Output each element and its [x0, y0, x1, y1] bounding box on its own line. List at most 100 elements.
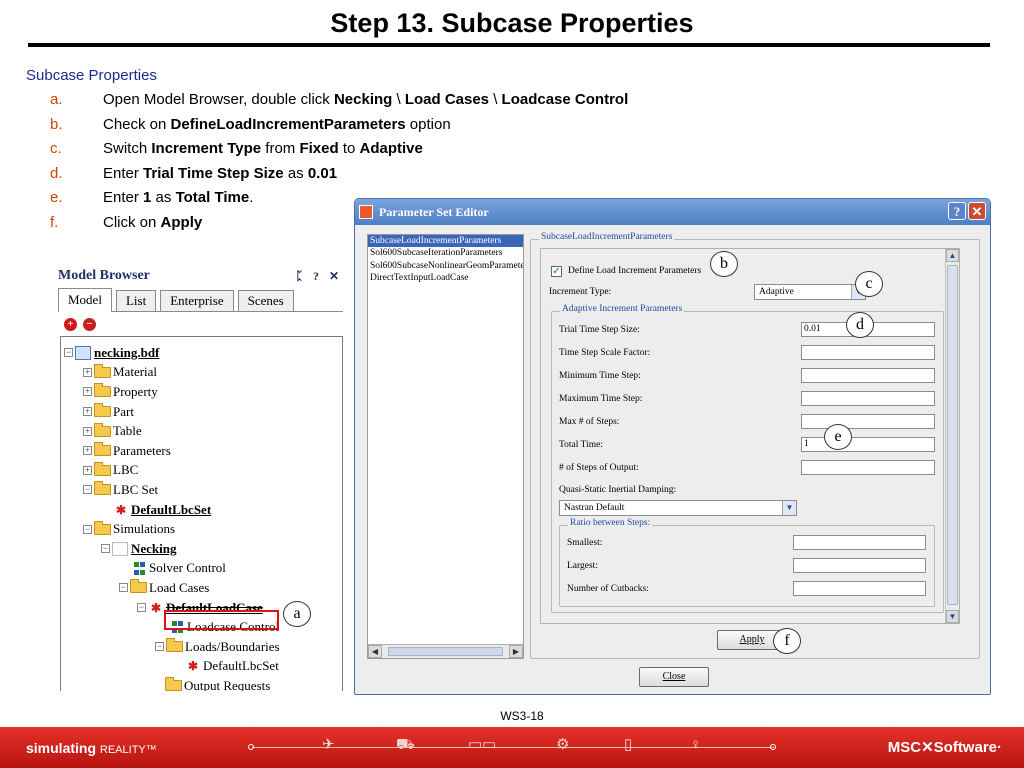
expand-all-icon[interactable]: +: [64, 317, 77, 331]
scroll-thumb[interactable]: [388, 647, 503, 656]
largest-input[interactable]: [793, 558, 926, 573]
tree-node-load-cases[interactable]: − Load Cases: [61, 578, 342, 598]
form-scroll-area: ✓ Define Load Increment Parameters Incre…: [540, 248, 960, 624]
scroll-up-icon[interactable]: ▲: [946, 249, 959, 262]
chevron-down-icon: ▼: [782, 501, 796, 515]
time-step-scale-input[interactable]: [801, 345, 935, 360]
scroll-left-icon[interactable]: ◀: [368, 645, 382, 658]
define-load-increment-checkbox[interactable]: ✓: [551, 266, 562, 277]
expand-icon[interactable]: +: [83, 367, 92, 377]
expand-icon[interactable]: +: [83, 465, 92, 475]
tree-node-simulations[interactable]: − Simulations: [61, 519, 342, 539]
max-steps-input[interactable]: [801, 414, 935, 429]
tagline-main: simulating: [26, 740, 97, 756]
scroll-down-icon[interactable]: ▼: [946, 610, 959, 623]
list-item[interactable]: SubcaseLoadIncrementParameters: [368, 235, 523, 248]
total-time-input[interactable]: 1: [801, 437, 935, 452]
tree-node-parameters[interactable]: + Parameters: [61, 441, 342, 461]
tree-node-lbc[interactable]: + LBC: [61, 461, 342, 481]
tab-scenes[interactable]: Scenes: [237, 290, 294, 311]
step-text: Check on DefineLoadIncrementParameters o…: [103, 116, 451, 141]
step-emphasis: Total Time: [175, 189, 250, 206]
tree-node-necking[interactable]: − Necking: [61, 539, 342, 559]
window-close-button[interactable]: ✕: [968, 202, 986, 220]
cutbacks-input[interactable]: [793, 581, 926, 596]
expand-icon[interactable]: +: [83, 407, 92, 417]
tree-node-lbc-set[interactable]: − LBC Set: [61, 480, 342, 500]
increment-type-label: Increment Type:: [549, 287, 612, 297]
collapse-icon[interactable]: −: [137, 603, 146, 613]
expand-icon[interactable]: +: [83, 387, 92, 397]
tagline-suffix: REALITY™: [99, 744, 157, 756]
step-fragment: as: [283, 164, 308, 182]
field-label: Time Step Scale Factor:: [559, 348, 651, 358]
train-icon: ▭▭: [468, 736, 497, 753]
collapse-icon[interactable]: −: [83, 524, 92, 534]
pin-icon[interactable]: ᛈ: [296, 269, 303, 284]
tab-list[interactable]: List: [115, 290, 157, 311]
form-vertical-scrollbar[interactable]: ▲ ▼: [945, 249, 959, 623]
simulation-icon: [112, 541, 128, 556]
tree-node-loads-boundaries[interactable]: − Loads/Boundaries: [61, 637, 342, 657]
scroll-right-icon[interactable]: ▶: [509, 645, 523, 658]
tree-node-table[interactable]: + Table: [61, 421, 342, 441]
tree-node-root[interactable]: − necking.bdf: [61, 343, 342, 363]
editor-titlebar[interactable]: Parameter Set Editor ? ✕: [355, 199, 990, 225]
max-time-step-input[interactable]: [801, 391, 935, 406]
tree-node-default-lbc-set-2[interactable]: ✱ DefaultLbcSet: [61, 657, 342, 677]
footer-dot: [248, 744, 254, 750]
scroll-thumb[interactable]: [947, 265, 958, 605]
close-icon[interactable]: ✕: [329, 269, 339, 284]
person-icon: ♀: [690, 736, 702, 753]
smallest-input[interactable]: [793, 535, 926, 550]
list-horizontal-scrollbar[interactable]: ◀ ▶: [368, 644, 523, 658]
step-fragment: Enter: [103, 164, 144, 182]
collapse-all-icon[interactable]: −: [83, 317, 96, 331]
tree-node-part[interactable]: + Part: [61, 402, 342, 422]
expand-icon[interactable]: +: [83, 446, 92, 456]
list-item[interactable]: Sol600SubcaseNonlinearGeomParameters: [368, 260, 523, 272]
loadcase-control-icon: [169, 620, 185, 634]
help-button[interactable]: ?: [948, 202, 966, 220]
collapse-icon[interactable]: −: [64, 348, 73, 358]
folder-icon: [94, 442, 111, 457]
step-fragment: \: [392, 91, 405, 108]
tree-label: LBC Set: [113, 481, 159, 497]
parameter-set-editor-window: Parameter Set Editor ? ✕ SubcaseLoadIncr…: [354, 198, 991, 695]
tree-node-solver-control[interactable]: Solver Control: [61, 559, 342, 579]
step-fragment: Check on: [103, 115, 171, 133]
collapse-icon[interactable]: −: [155, 642, 164, 652]
increment-type-dropdown[interactable]: Adaptive ▼: [754, 284, 866, 300]
tree-label: Part: [113, 403, 134, 419]
list-item[interactable]: Sol600SubcaseIterationParameters: [368, 247, 523, 259]
expand-icon[interactable]: +: [83, 426, 92, 436]
tab-model[interactable]: Model: [58, 288, 112, 312]
model-browser-toolbar: + −: [58, 312, 343, 336]
folder-icon: [94, 363, 111, 378]
tree-node-material[interactable]: + Material: [61, 363, 342, 383]
min-time-step-input[interactable]: [801, 368, 935, 383]
tab-enterprise[interactable]: Enterprise: [160, 290, 234, 311]
field-label: Minimum Time Step:: [559, 371, 641, 381]
help-icon[interactable]: ?: [313, 269, 319, 284]
step-text: Open Model Browser, double click Necking…: [103, 91, 628, 116]
list-item[interactable]: DirectTextInputLoadCase: [368, 272, 523, 284]
collapse-icon[interactable]: −: [119, 583, 128, 593]
folder-icon: [94, 422, 111, 437]
step-emphasis: Fixed: [299, 140, 339, 157]
tree-node-property[interactable]: + Property: [61, 382, 342, 402]
steps-of-output-input[interactable]: [801, 460, 935, 475]
tree-node-output-requests[interactable]: Output Requests: [61, 676, 342, 691]
step-letter: c.: [50, 140, 62, 157]
collapse-icon[interactable]: −: [101, 544, 110, 554]
tree-node-default-lbc-set[interactable]: ✱ DefaultLbcSet: [61, 500, 342, 520]
step-fragment: from: [261, 140, 300, 157]
model-tree: − necking.bdf + Material + Property + Pa…: [60, 336, 343, 691]
collapse-icon[interactable]: −: [83, 485, 92, 495]
define-load-increment-label: Define Load Increment Parameters: [568, 266, 702, 276]
close-button[interactable]: Close: [639, 667, 709, 687]
tree-label: Load Cases: [149, 579, 210, 595]
damping-dropdown[interactable]: Nastran Default ▼: [559, 500, 797, 516]
instruction-step: a. Open Model Browser, double click Necki…: [50, 91, 810, 116]
lbc-set-icon: ✱: [115, 502, 127, 517]
